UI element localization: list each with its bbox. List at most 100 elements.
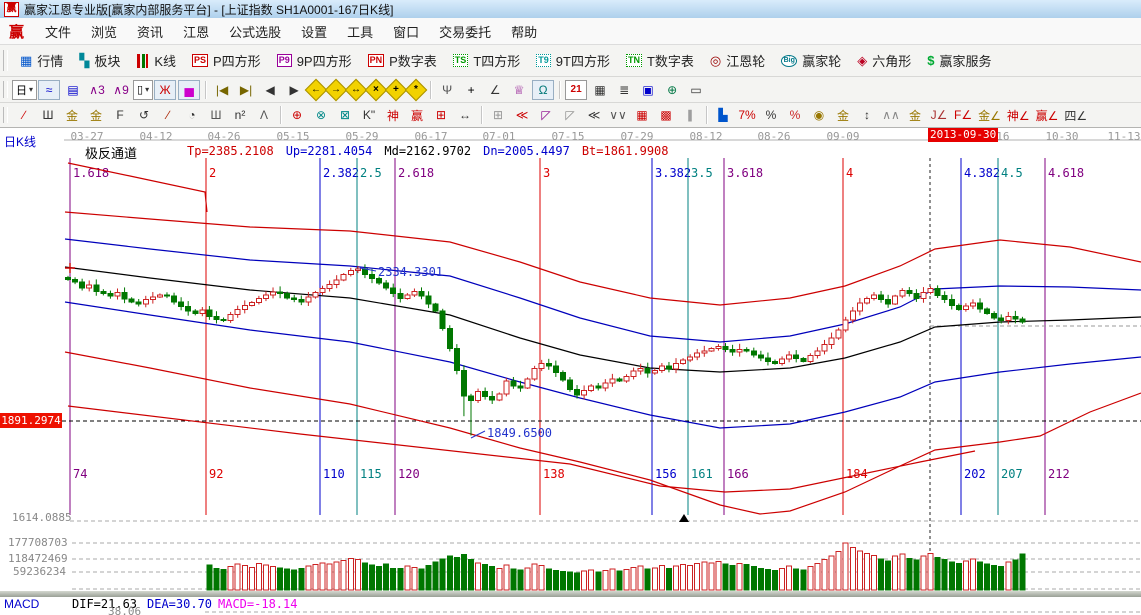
menu-浏览[interactable]: 浏览: [81, 22, 127, 41]
save-icon[interactable]: ▣: [637, 80, 659, 100]
red-rays-icon[interactable]: ≪: [511, 105, 533, 125]
wave-count-9-icon[interactable]: ∧9: [110, 80, 132, 100]
n-square-tool-icon[interactable]: n²: [229, 105, 251, 125]
span-arrow-icon[interactable]: ↔: [454, 105, 476, 125]
p-number-table-icon: PN: [368, 54, 385, 67]
gold-tool-icon[interactable]: 金: [904, 105, 926, 125]
gann-count-label: 138: [543, 467, 565, 481]
menu-公式选股[interactable]: 公式选股: [219, 22, 291, 41]
workstation-icon[interactable]: ▭: [685, 80, 707, 100]
pattern-marker-icon[interactable]: Ж: [154, 80, 176, 100]
toolbar-p-number-table-button[interactable]: PNP数字表: [360, 51, 445, 70]
period-day-selector-icon[interactable]: 日▾: [12, 80, 37, 100]
winner-service-icon: $: [927, 53, 934, 68]
zigzag-marks-icon[interactable]: ∨∨: [607, 105, 629, 125]
shen-angle-icon[interactable]: 神∠: [1005, 105, 1032, 125]
rays-box-gray-icon[interactable]: ◸: [559, 105, 581, 125]
smart-analysis-icon[interactable]: Ω: [532, 80, 554, 100]
f-angle-icon[interactable]: F∠: [952, 105, 974, 125]
toolbar-t-number-table-button[interactable]: TNT数字表: [618, 51, 702, 70]
gold-angle-icon[interactable]: 金∠: [976, 105, 1003, 125]
9p-square-label: 9P四方形: [297, 51, 352, 70]
j-angle-icon[interactable]: J∠: [928, 105, 950, 125]
percent-7-icon[interactable]: 7%: [736, 105, 758, 125]
calendar-21-icon[interactable]: 21: [565, 80, 587, 100]
draw-pen-icon[interactable]: ∕: [13, 105, 35, 125]
toolbar-t-square-button[interactable]: TST四方形: [445, 51, 528, 70]
ratio-bars-icon[interactable]: ▙: [712, 105, 734, 125]
toolbar-kline-button[interactable]: K线: [128, 51, 184, 70]
plain-ruler-icon[interactable]: Ш: [205, 105, 227, 125]
jump-first-icon[interactable]: |◀: [211, 80, 233, 100]
zigzag-overlay-tool-icon[interactable]: ≈: [38, 80, 60, 100]
wave-count-3-icon[interactable]: ∧3: [86, 80, 108, 100]
menu-资讯[interactable]: 资讯: [127, 22, 173, 41]
angle-tool-icon[interactable]: Λ: [253, 105, 275, 125]
hand-drag-icon[interactable]: Ψ: [436, 80, 458, 100]
menu-江恩[interactable]: 江恩: [173, 22, 219, 41]
gann-marker-icon[interactable]: ♕: [508, 80, 530, 100]
black-rays-icon[interactable]: ≪: [583, 105, 605, 125]
toolbar-winner-wheel-button[interactable]: Big赢家轮: [773, 51, 849, 70]
crosshair-icon[interactable]: +: [460, 80, 482, 100]
step-forward-icon[interactable]: ▶: [283, 80, 305, 100]
channel-line-bt: [65, 352, 1141, 514]
title-bar: 赢 赢家江恩专业版[赢家内部服务平台] - [上证指数 SH1A0001-167…: [0, 0, 1141, 18]
marker-pen-icon[interactable]: ∕: [157, 105, 179, 125]
percent-line-icon[interactable]: %: [784, 105, 806, 125]
jump-last-icon[interactable]: ▶|: [235, 80, 257, 100]
gann-web-grid-icon[interactable]: ⊠: [334, 105, 356, 125]
info-panel-icon[interactable]: ▤: [62, 80, 84, 100]
menu-交易委托[interactable]: 交易委托: [429, 22, 501, 41]
toolbar-winner-service-button[interactable]: $赢家服务: [919, 51, 999, 70]
spiral-tool-icon[interactable]: ↺: [133, 105, 155, 125]
k-quote-icon[interactable]: K": [358, 105, 380, 125]
time-cycle-circle-icon[interactable]: ◔: [181, 105, 203, 125]
candle-style-selector-icon[interactable]: ▯▾: [133, 80, 153, 100]
price-grid-red-2-icon[interactable]: ▩: [655, 105, 677, 125]
menu-文件[interactable]: 文件: [35, 22, 81, 41]
price-grid-123-icon[interactable]: ⊞: [430, 105, 452, 125]
step-back-icon[interactable]: ◀: [259, 80, 281, 100]
price-grid-red-icon[interactable]: ▦: [631, 105, 653, 125]
window-grid-icon[interactable]: ⊞: [487, 105, 509, 125]
network-share-icon[interactable]: ⊕: [661, 80, 683, 100]
toolbar-sectors-button[interactable]: ▚板块: [71, 51, 128, 70]
toolbar-quotes-button[interactable]: ▦行情: [12, 51, 71, 70]
time-ruler-icon[interactable]: Ш: [37, 105, 59, 125]
gold-ratio-ruler-icon[interactable]: 金: [61, 105, 83, 125]
toolbar-hexagon-button[interactable]: ◈六角形: [849, 51, 919, 70]
toolbar-9t-square-button[interactable]: T99T四方形: [528, 51, 618, 70]
calculator-icon[interactable]: ▦: [589, 80, 611, 100]
toolbar-p-square-button[interactable]: PSP四方形: [184, 51, 269, 70]
rays-box-purple-icon[interactable]: ◸: [535, 105, 557, 125]
menu-设置[interactable]: 设置: [291, 22, 337, 41]
fit-all-icon[interactable]: *: [405, 78, 428, 101]
chart-canvas[interactable]: 1.618742922.3821102.51152.61812031383.38…: [0, 128, 1141, 615]
ying-grid-icon[interactable]: 赢: [406, 105, 428, 125]
start-plus-marker: [65, 263, 75, 273]
double-top-marker-icon[interactable]: ∧∧: [880, 105, 902, 125]
menu-窗口[interactable]: 窗口: [383, 22, 429, 41]
memo-pad-icon[interactable]: ≣: [613, 80, 635, 100]
toolbar-gann-wheel-button[interactable]: ◎江恩轮: [702, 51, 773, 70]
menu-工具[interactable]: 工具: [337, 22, 383, 41]
toolbar-9p-square-button[interactable]: P99P四方形: [269, 51, 360, 70]
percent-icon[interactable]: %: [760, 105, 782, 125]
volume-profile-icon[interactable]: ▅: [178, 80, 200, 100]
fibonacci-ruler-icon[interactable]: F: [109, 105, 131, 125]
shen-grid-icon[interactable]: 神: [382, 105, 404, 125]
gold-line-icon[interactable]: 金: [832, 105, 854, 125]
vertical-pen-icon[interactable]: ↕: [856, 105, 878, 125]
gold-circle-icon[interactable]: ◉: [808, 105, 830, 125]
menu-帮助[interactable]: 帮助: [501, 22, 547, 41]
ying-angle-icon[interactable]: 赢∠: [1034, 105, 1061, 125]
angle-measure-icon[interactable]: ∠: [484, 80, 506, 100]
chart-area[interactable]: 1.618742922.3821102.51152.61812031383.38…: [0, 128, 1141, 615]
parallel-lines-icon[interactable]: ∥: [679, 105, 701, 125]
gann-web-icon[interactable]: ⊗: [310, 105, 332, 125]
gold-ratio-ruler-2-icon[interactable]: 金: [85, 105, 107, 125]
t-square-icon: TS: [453, 54, 469, 67]
circle-cross-icon[interactable]: ⊕: [286, 105, 308, 125]
si-angle-icon[interactable]: 四∠: [1062, 105, 1089, 125]
